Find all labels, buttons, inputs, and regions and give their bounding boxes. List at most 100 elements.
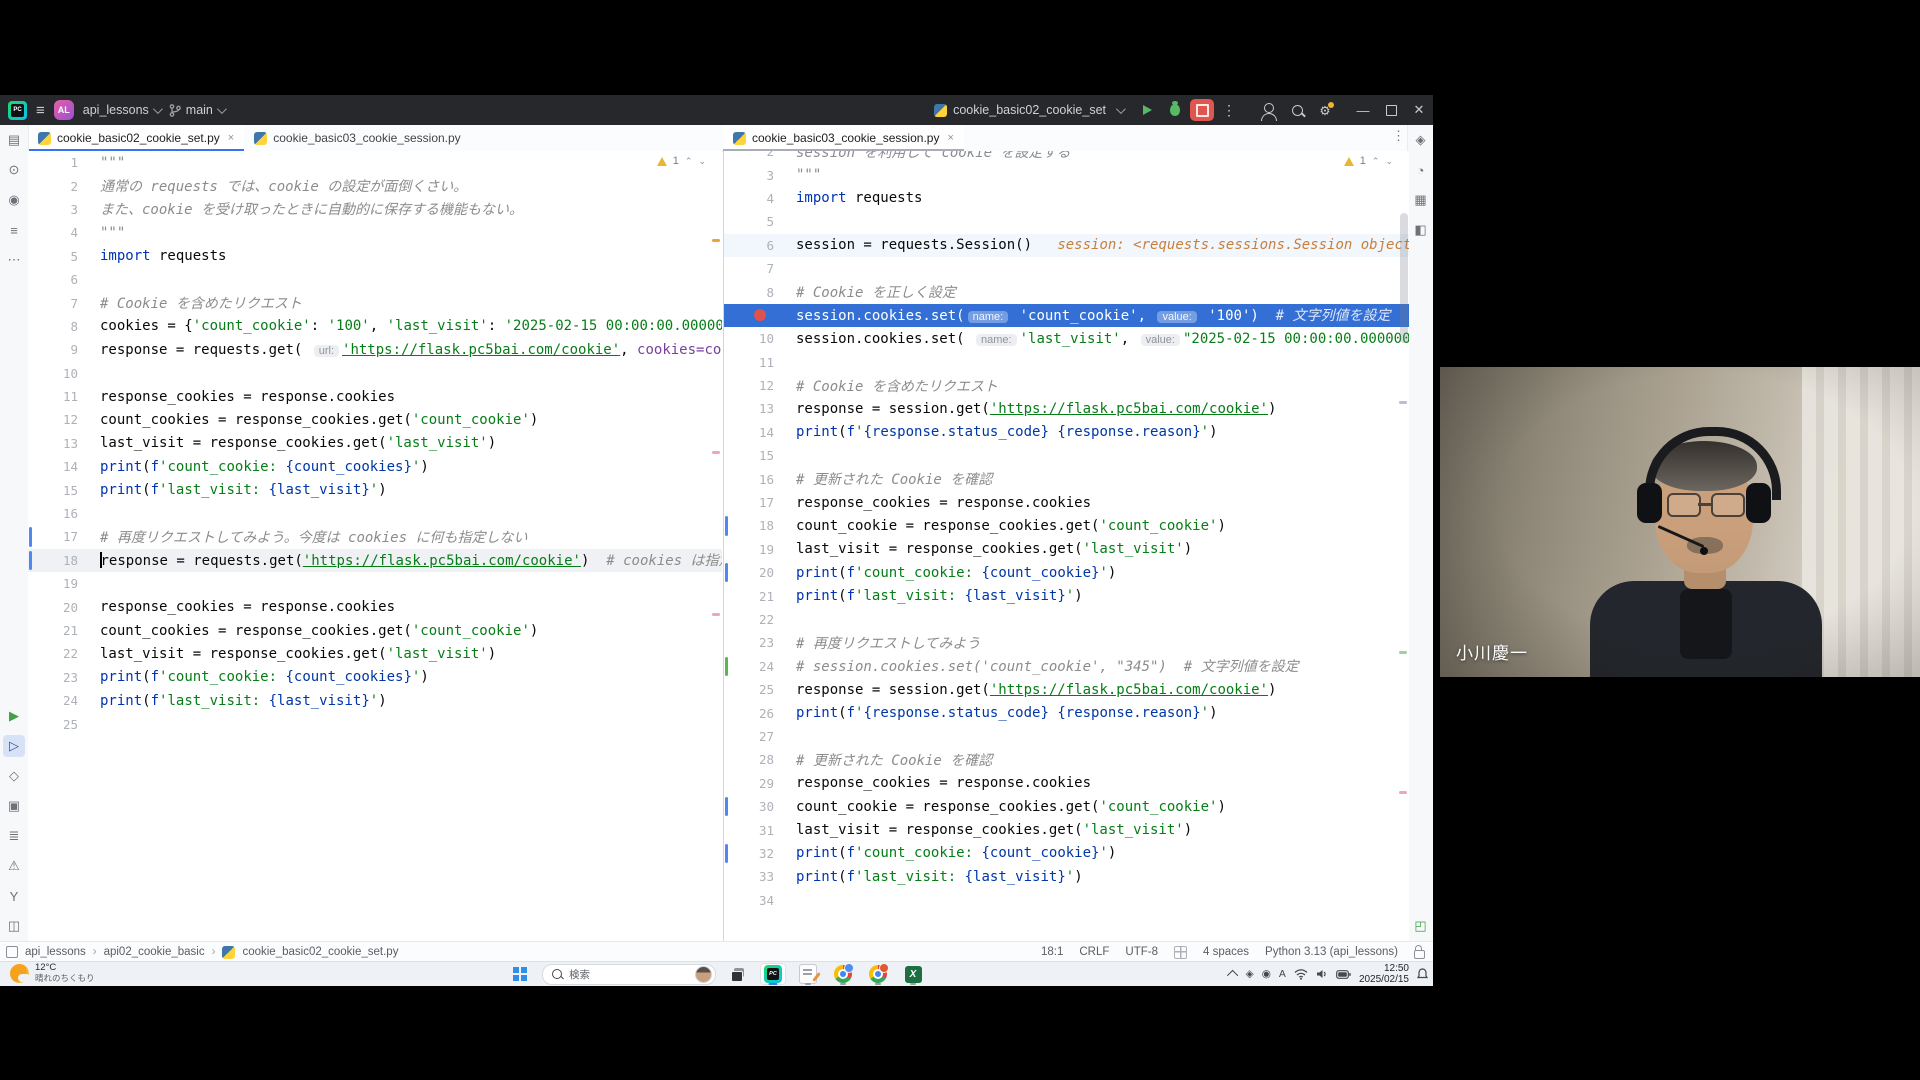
line-number[interactable]: 25: [724, 682, 774, 697]
structure-icon[interactable]: ≡: [3, 219, 25, 241]
code-line[interactable]: 10session.cookies.set( name:'last_visit'…: [724, 327, 1409, 350]
line-number[interactable]: 15: [28, 483, 78, 498]
code-line[interactable]: 29response_cookies = response.cookies: [724, 772, 1409, 795]
tab-close-icon[interactable]: ×: [947, 132, 953, 144]
editor-right-pane[interactable]: 2session を利用して cookie を設定する3"""4import r…: [723, 151, 1409, 941]
code-line[interactable]: 7: [724, 257, 1409, 280]
layout-icon[interactable]: ◰: [1410, 915, 1432, 937]
line-number[interactable]: 22: [28, 646, 78, 661]
wifi-icon[interactable]: [1294, 968, 1308, 980]
line-number[interactable]: 5: [724, 214, 774, 229]
line-number[interactable]: 4: [724, 191, 774, 206]
commit-icon[interactable]: ◉: [3, 189, 25, 211]
line-number[interactable]: 11: [724, 355, 774, 370]
line-number[interactable]: 18: [28, 553, 78, 568]
line-number[interactable]: 2: [724, 151, 774, 159]
editor-tab[interactable]: cookie_basic03_cookie_session.py×: [723, 125, 964, 151]
line-number[interactable]: 1: [28, 155, 78, 170]
line-number[interactable]: 24: [724, 659, 774, 674]
line-number[interactable]: 19: [724, 542, 774, 557]
code-line[interactable]: 34: [724, 889, 1409, 912]
line-number[interactable]: 20: [28, 600, 78, 615]
line-number[interactable]: 20: [724, 565, 774, 580]
main-menu-icon[interactable]: ≡: [36, 103, 45, 118]
line-number[interactable]: 17: [28, 529, 78, 544]
line-number[interactable]: 2: [28, 179, 78, 194]
scrollbar-thumb[interactable]: [1400, 213, 1408, 343]
more-tools-icon[interactable]: ⋯: [3, 249, 25, 271]
code-line[interactable]: 2通常の requests では、cookie の設定が面倒くさい。: [28, 174, 722, 197]
editor-tab[interactable]: cookie_basic03_cookie_session.py: [244, 125, 470, 151]
line-number[interactable]: 13: [724, 401, 774, 416]
line-number[interactable]: 12: [724, 378, 774, 393]
indent-setting[interactable]: 4 spaces: [1203, 946, 1249, 958]
code-line[interactable]: 15: [724, 444, 1409, 467]
battery-icon[interactable]: [1336, 970, 1351, 979]
python-console-icon[interactable]: ◇: [3, 765, 25, 787]
line-number[interactable]: 13: [28, 436, 78, 451]
settings-gear-icon[interactable]: ⚙: [1312, 99, 1338, 121]
tray-network-app-icon[interactable]: ◉: [1262, 968, 1271, 980]
code-line[interactable]: 4import requests: [724, 187, 1409, 210]
code-line[interactable]: 25response = session.get('https://flask.…: [724, 678, 1409, 701]
line-number[interactable]: 3: [724, 168, 774, 183]
taskbar-app-start[interactable]: [507, 963, 533, 985]
code-line[interactable]: 3また、cookie を受け取ったときに自動的に保存する機能もない。: [28, 198, 722, 221]
line-number[interactable]: 8: [724, 285, 774, 300]
code-line[interactable]: 32print(f'count_cookie: {count_cookie}'): [724, 842, 1409, 865]
line-number[interactable]: 7: [28, 296, 78, 311]
code-line[interactable]: 23print(f'count_cookie: {count_cookies}'…: [28, 666, 722, 689]
code-line[interactable]: 23# 再度リクエストしてみよう: [724, 631, 1409, 654]
prev-problem-icon[interactable]: ⌃: [1372, 156, 1380, 167]
code-line[interactable]: 18response = requests.get('https://flask…: [28, 549, 722, 572]
project-view-icon[interactable]: ▤: [3, 129, 25, 151]
line-number[interactable]: 14: [28, 459, 78, 474]
code-line[interactable]: 3""": [724, 163, 1409, 186]
code-line[interactable]: 5import requests: [28, 245, 722, 268]
editor-config-icon[interactable]: [1174, 946, 1187, 959]
line-number[interactable]: 16: [724, 472, 774, 487]
code-line[interactable]: 25: [28, 712, 722, 735]
inspections-widget[interactable]: 1 ⌃ ⌄: [1344, 155, 1393, 167]
code-line[interactable]: 26print(f'{response.status_code} {respon…: [724, 701, 1409, 724]
volume-icon[interactable]: [1316, 968, 1328, 980]
code-line[interactable]: 16# 更新された Cookie を確認: [724, 467, 1409, 490]
line-number[interactable]: 33: [724, 869, 774, 884]
code-line[interactable]: 6session = requests.Session() session: <…: [724, 234, 1409, 257]
line-number[interactable]: 10: [28, 366, 78, 381]
breadcrumb-item[interactable]: api02_cookie_basic: [104, 946, 205, 958]
notifications-bell-icon[interactable]: [1417, 968, 1428, 980]
breakpoint-icon[interactable]: [724, 309, 774, 321]
code-line[interactable]: session.cookies.set(name: 'count_cookie'…: [724, 304, 1409, 327]
line-number[interactable]: 23: [724, 635, 774, 650]
minimize-button[interactable]: —: [1349, 95, 1377, 125]
run-configuration-selector[interactable]: cookie_basic02_cookie_set: [934, 103, 1123, 117]
file-encoding[interactable]: UTF-8: [1125, 946, 1158, 958]
code-line[interactable]: 13last_visit = response_cookies.get('las…: [28, 432, 722, 455]
line-number[interactable]: 14: [724, 425, 774, 440]
taskbar-app-chrome-profile-2[interactable]: [865, 963, 891, 985]
maximize-button[interactable]: [1377, 95, 1405, 125]
line-number[interactable]: 3: [28, 202, 78, 217]
next-problem-icon[interactable]: ⌄: [1385, 156, 1393, 167]
code-line[interactable]: 21print(f'last_visit: {last_visit}'): [724, 584, 1409, 607]
line-number[interactable]: 27: [724, 729, 774, 744]
ai-assistant-icon[interactable]: ◈: [1410, 129, 1432, 151]
line-number[interactable]: 22: [724, 612, 774, 627]
line-number[interactable]: 16: [28, 506, 78, 521]
code-line[interactable]: 7# Cookie を含めたリクエスト: [28, 291, 722, 314]
code-line[interactable]: 17response_cookies = response.cookies: [724, 491, 1409, 514]
line-number[interactable]: 21: [28, 623, 78, 638]
code-line[interactable]: 19last_visit = response_cookies.get('las…: [724, 538, 1409, 561]
code-line[interactable]: 8cookies = {'count_cookie': '100', 'last…: [28, 315, 722, 338]
line-number[interactable]: 24: [28, 693, 78, 708]
taskbar-app-task-view[interactable]: [725, 963, 751, 985]
notifications-icon[interactable]: ◔: [1410, 159, 1432, 181]
taskbar-app-notepad[interactable]: [795, 963, 821, 985]
taskbar-app-pycharm[interactable]: PC: [760, 963, 786, 985]
code-line[interactable]: 33print(f'last_visit: {last_visit}'): [724, 865, 1409, 888]
code-line[interactable]: 11response_cookies = response.cookies: [28, 385, 722, 408]
code-line[interactable]: 4""": [28, 221, 722, 244]
code-line[interactable]: 14print(f'{response.status_code} {respon…: [724, 421, 1409, 444]
line-number[interactable]: 4: [28, 225, 78, 240]
